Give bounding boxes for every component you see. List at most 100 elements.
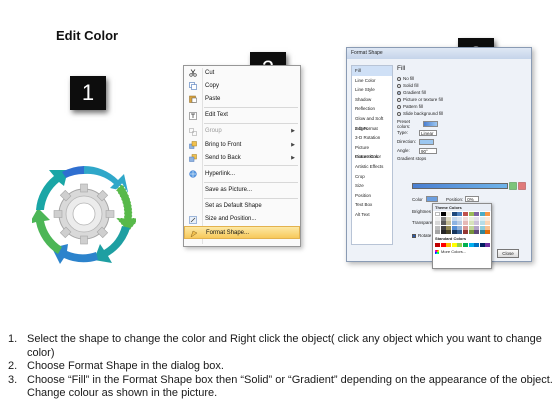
swatch[interactable] — [474, 230, 480, 235]
swatch[interactable] — [440, 221, 446, 226]
close-button[interactable]: Close — [497, 249, 519, 258]
sidebar-item-position[interactable]: Position — [352, 191, 392, 201]
sidebar-item-3d-format[interactable]: 3-D Format — [352, 124, 392, 134]
sidebar-item-artistic-effects[interactable]: Artistic Effects — [352, 162, 392, 172]
radio-gradient-fill[interactable]: Gradient fill — [397, 89, 527, 96]
menu-item-paste[interactable]: Paste — [184, 92, 300, 105]
sidebar-item-picture-color[interactable]: Picture Color — [352, 152, 392, 162]
swatch[interactable] — [485, 225, 491, 230]
color-dropdown-button[interactable] — [426, 196, 438, 202]
swatch[interactable] — [462, 216, 468, 221]
radio-no-fill[interactable]: No fill — [397, 75, 527, 82]
swatch[interactable] — [468, 243, 474, 248]
sidebar-item-3d-rotation[interactable]: 3-D Rotation — [352, 133, 392, 143]
swatch[interactable] — [468, 216, 474, 221]
radio-pattern-fill[interactable]: Pattern fill — [397, 103, 527, 110]
menu-item-size-and-position[interactable]: Size and Position... — [184, 213, 300, 226]
menu-item-format-shape[interactable]: Format Shape... — [184, 226, 300, 240]
menu-item-group[interactable]: Group ▶ — [184, 125, 300, 138]
sidebar-item-shadow[interactable]: Shadow — [352, 95, 392, 105]
swatch[interactable] — [479, 225, 485, 230]
menu-item-hyperlink[interactable]: Hyperlink... — [184, 167, 300, 180]
angle-input[interactable]: 90° — [419, 147, 437, 154]
swatch[interactable] — [451, 230, 457, 235]
direction-dropdown[interactable] — [419, 138, 434, 145]
swatch[interactable] — [468, 230, 474, 235]
menu-item-send-to-back[interactable]: Send to Back ▶ — [184, 151, 300, 164]
sidebar-item-crop[interactable]: Crop — [352, 172, 392, 182]
swatch[interactable] — [451, 221, 457, 226]
swatch[interactable] — [446, 243, 452, 248]
swatch[interactable] — [446, 225, 452, 230]
menu-item-copy[interactable]: Copy — [184, 79, 300, 92]
swatch[interactable] — [446, 216, 452, 221]
swatch[interactable] — [474, 221, 480, 226]
swatch[interactable] — [435, 221, 440, 226]
theme-color-swatches[interactable] — [433, 211, 491, 235]
swatch[interactable] — [446, 230, 452, 235]
swatch[interactable] — [435, 212, 440, 216]
swatch[interactable] — [462, 212, 468, 216]
swatch[interactable] — [474, 225, 480, 230]
swatch[interactable] — [451, 225, 457, 230]
sidebar-item-line-color[interactable]: Line Color — [352, 76, 392, 86]
swatch[interactable] — [462, 221, 468, 226]
position-input[interactable]: 0% — [465, 196, 480, 202]
sidebar-item-size[interactable]: Size — [352, 181, 392, 191]
swatch[interactable] — [474, 243, 480, 248]
swatch[interactable] — [451, 243, 457, 248]
sidebar-item-fill[interactable]: Fill — [352, 66, 392, 76]
swatch[interactable] — [435, 225, 440, 230]
sidebar-item-text-box[interactable]: Text Box — [352, 200, 392, 210]
swatch[interactable] — [479, 216, 485, 221]
menu-item-cut[interactable]: Cut — [184, 66, 300, 79]
rotate-checkbox[interactable] — [412, 233, 416, 238]
swatch[interactable] — [468, 212, 474, 216]
swatch[interactable] — [468, 225, 474, 230]
swatch[interactable] — [435, 243, 440, 248]
swatch[interactable] — [485, 221, 491, 226]
rotate-row[interactable]: Rotate — [412, 233, 431, 238]
sidebar-item-reflection[interactable]: Reflection — [352, 104, 392, 114]
sidebar-item-alt-text[interactable]: Alt Text — [352, 210, 392, 220]
swatch[interactable] — [479, 230, 485, 235]
swatch[interactable] — [451, 212, 457, 216]
swatch[interactable] — [485, 243, 491, 248]
radio-slide-background-fill[interactable]: Slide background fill — [397, 110, 527, 117]
swatch[interactable] — [462, 243, 468, 248]
swatch[interactable] — [485, 216, 491, 221]
menu-item-edit-text[interactable]: Edit Text — [184, 109, 300, 122]
swatch[interactable] — [479, 212, 485, 216]
swatch[interactable] — [446, 221, 452, 226]
swatch[interactable] — [462, 230, 468, 235]
sidebar-item-picture-corrections[interactable]: Picture Corrections — [352, 143, 392, 160]
swatch[interactable] — [457, 225, 463, 230]
gradient-stops-bar[interactable] — [412, 183, 508, 189]
circular-arrows-gear-shape[interactable] — [32, 158, 136, 270]
swatch[interactable] — [440, 230, 446, 235]
sidebar-item-line-style[interactable]: Line Style — [352, 85, 392, 95]
menu-item-save-as-picture[interactable]: Save as Picture... — [184, 184, 300, 197]
swatch[interactable] — [462, 225, 468, 230]
swatch[interactable] — [457, 243, 463, 248]
swatch[interactable] — [446, 212, 452, 216]
swatch[interactable] — [440, 216, 446, 221]
swatch[interactable] — [457, 216, 463, 221]
swatch[interactable] — [457, 221, 463, 226]
swatch[interactable] — [474, 216, 480, 221]
swatch[interactable] — [468, 221, 474, 226]
more-colors-option[interactable]: More Colors... — [433, 248, 491, 255]
swatch[interactable] — [474, 212, 480, 216]
sidebar-item-glow[interactable]: Glow and Soft Edges — [352, 114, 392, 131]
swatch[interactable] — [440, 225, 446, 230]
swatch[interactable] — [479, 243, 485, 248]
menu-item-bring-to-front[interactable]: Bring to Front ▶ — [184, 138, 300, 151]
swatch[interactable] — [435, 230, 440, 235]
gradient-stop-buttons[interactable] — [509, 182, 527, 190]
swatch[interactable] — [451, 216, 457, 221]
swatch[interactable] — [485, 230, 491, 235]
swatch[interactable] — [440, 243, 446, 248]
radio-solid-fill[interactable]: Solid fill — [397, 82, 527, 89]
swatch[interactable] — [435, 216, 440, 221]
swatch[interactable] — [479, 221, 485, 226]
